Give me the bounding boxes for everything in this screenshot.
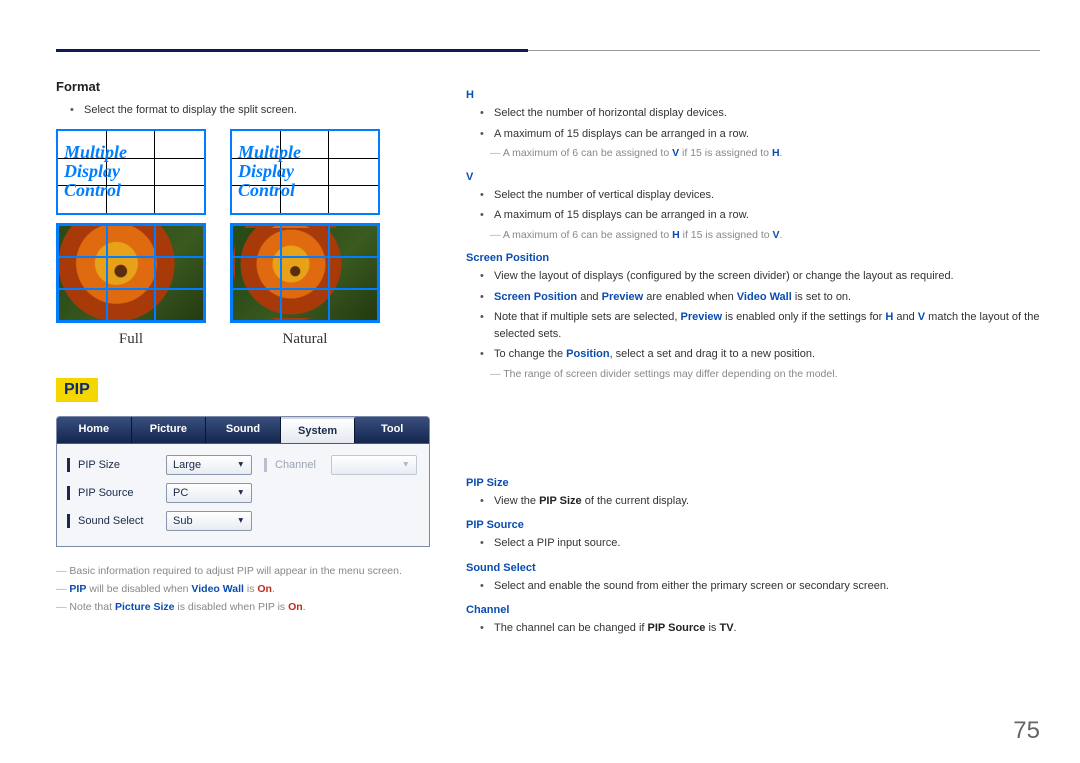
tab-system[interactable]: System	[281, 417, 356, 443]
channel-label: Channel	[275, 459, 331, 471]
mdc-text-line: Multiple	[238, 143, 378, 162]
mdc-text-line: Multiple	[64, 143, 204, 162]
sound-select-label: Sound Select	[78, 515, 166, 527]
pip-size-bullet: View the PIP Size of the current display…	[484, 493, 1040, 510]
note-picture-size: Note that Picture Size is disabled when …	[56, 601, 430, 613]
tab-picture[interactable]: Picture	[132, 417, 207, 443]
label-full: Full	[119, 331, 143, 348]
mdc-text-line: Display	[238, 162, 378, 181]
row-pip-size: PIP Size Large Channel	[67, 452, 419, 478]
h-heading: H	[466, 89, 1040, 101]
pip-badge: PIP	[56, 378, 98, 402]
left-footnotes: Basic information required to adjust PIP…	[56, 565, 430, 613]
h-note: A maximum of 6 can be assigned to V if 1…	[490, 146, 1040, 161]
h-bullet-2: A maximum of 15 displays can be arranged…	[484, 126, 1040, 143]
pip-source-heading: PIP Source	[466, 519, 1040, 531]
row-sound-select: Sound Select Sub	[67, 508, 419, 534]
v-bullet-1: Select the number of vertical display de…	[484, 187, 1040, 204]
note-basic-info: Basic information required to adjust PIP…	[56, 565, 430, 577]
format-heading: Format	[56, 79, 430, 94]
pip-tabs: Home Picture Sound System Tool	[57, 417, 429, 444]
page-number: 75	[1013, 717, 1040, 745]
sp-bullet-4: To change the Position, select a set and…	[484, 346, 1040, 363]
header-rule	[56, 50, 1040, 51]
sound-select-select[interactable]: Sub	[166, 511, 252, 531]
format-bullet: Select the format to display the split s…	[74, 102, 430, 119]
flower-grid-full	[56, 223, 206, 323]
label-natural: Natural	[283, 331, 328, 348]
tab-tool[interactable]: Tool	[355, 417, 429, 443]
sp-bullet-1: View the layout of displays (configured …	[484, 268, 1040, 285]
pip-size-heading: PIP Size	[466, 477, 1040, 489]
channel-bullet: The channel can be changed if PIP Source…	[484, 620, 1040, 637]
mdc-grid-natural: Multiple Display Control	[230, 129, 380, 215]
sound-select-heading: Sound Select	[466, 562, 1040, 574]
sp-bullet-2: Screen Position and Preview are enabled …	[484, 289, 1040, 306]
left-column: Format Select the format to display the …	[56, 79, 430, 641]
mdc-text-line: Control	[64, 181, 204, 200]
row-pip-source: PIP Source PC	[67, 480, 419, 506]
v-bullet-2: A maximum of 15 displays can be arranged…	[484, 207, 1040, 224]
mdc-text-line: Display	[64, 162, 204, 181]
v-heading: V	[466, 171, 1040, 183]
right-column: H Select the number of horizontal displa…	[466, 79, 1040, 641]
pip-source-select[interactable]: PC	[166, 483, 252, 503]
pip-source-bullet: Select a PIP input source.	[484, 535, 1040, 552]
tab-sound[interactable]: Sound	[206, 417, 281, 443]
pip-size-select[interactable]: Large	[166, 455, 252, 475]
mdc-text-line: Control	[238, 181, 378, 200]
channel-heading: Channel	[466, 604, 1040, 616]
sp-bullet-3: Note that if multiple sets are selected,…	[484, 309, 1040, 342]
tab-home[interactable]: Home	[57, 417, 132, 443]
flower-grid-natural	[230, 223, 380, 323]
format-illustrations: Multiple Display Control Full Multiple D…	[56, 129, 430, 348]
note-pip-disabled: PIP will be disabled when Video Wall is …	[56, 583, 430, 595]
v-note: A maximum of 6 can be assigned to H if 1…	[490, 228, 1040, 243]
sound-select-bullet: Select and enable the sound from either …	[484, 578, 1040, 595]
h-bullet-1: Select the number of horizontal display …	[484, 105, 1040, 122]
screen-position-heading: Screen Position	[466, 252, 1040, 264]
mdc-grid-full: Multiple Display Control	[56, 129, 206, 215]
pip-source-label: PIP Source	[78, 487, 166, 499]
channel-select[interactable]	[331, 455, 417, 475]
sp-note: The range of screen divider settings may…	[490, 367, 1040, 382]
pip-settings-panel: Home Picture Sound System Tool PIP Size …	[56, 416, 430, 547]
pip-size-label: PIP Size	[78, 459, 166, 471]
